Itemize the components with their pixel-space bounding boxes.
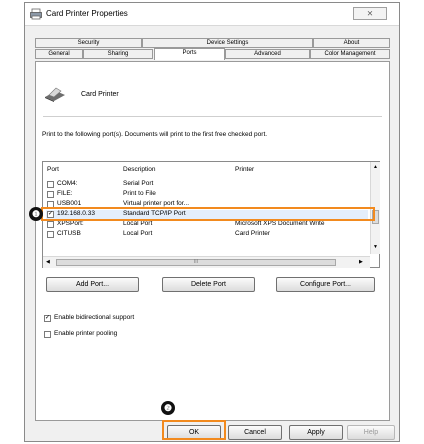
cancel-button[interactable]: Cancel: [228, 425, 282, 440]
title-bar: Card Printer Properties ⨯: [25, 3, 399, 26]
table-row[interactable]: CITUSB Local Port Card Printer: [46, 230, 368, 240]
close-button[interactable]: ⨯: [353, 7, 387, 20]
table-row[interactable]: COM4: Serial Port: [46, 180, 368, 190]
tab-advanced[interactable]: Advanced: [225, 49, 310, 59]
port-checkbox[interactable]: [47, 181, 54, 188]
column-header-port[interactable]: Port: [47, 166, 59, 173]
port-name: XPSPort:: [57, 220, 84, 227]
divider: [43, 116, 382, 117]
tab-security[interactable]: Security: [35, 38, 142, 48]
tab-color-management[interactable]: Color Management: [310, 49, 390, 59]
printer-name: Card Printer: [81, 91, 119, 98]
port-printer: Microsoft XPS Document Write: [235, 220, 325, 227]
port-name: COM4:: [57, 180, 78, 187]
column-header-description[interactable]: Description: [123, 166, 156, 173]
horizontal-scroll-thumb[interactable]: III: [56, 259, 336, 266]
horizontal-scrollbar[interactable]: ◀ III ▶: [43, 256, 370, 268]
tab-general[interactable]: General: [35, 49, 83, 59]
instructions-text: Print to the following port(s). Document…: [42, 131, 268, 138]
port-name: USB001: [57, 200, 82, 207]
row-highlight-box: [41, 207, 375, 221]
bidirectional-checkbox[interactable]: ✓: [44, 315, 51, 322]
port-printer: Card Printer: [235, 230, 271, 237]
scroll-down-icon[interactable]: ▼: [373, 244, 378, 250]
help-button[interactable]: Help: [347, 425, 395, 440]
bidirectional-label: Enable bidirectional support: [54, 314, 135, 321]
ports-panel: Card Printer Print to the following port…: [35, 61, 390, 421]
port-description: Virtual printer port for...: [123, 200, 189, 207]
tab-sharing[interactable]: Sharing: [83, 49, 153, 59]
table-row[interactable]: XPSPort: Local Port Microsoft XPS Docume…: [46, 220, 368, 230]
port-description: Serial Port: [123, 180, 154, 187]
port-checkbox[interactable]: [47, 191, 54, 198]
port-checkbox[interactable]: [47, 221, 54, 228]
scroll-up-icon[interactable]: ▲: [373, 164, 378, 170]
port-description: Local Port: [123, 230, 153, 237]
table-row[interactable]: FILE: Print to File: [46, 190, 368, 200]
tab-device-settings[interactable]: Device Settings: [142, 38, 313, 48]
window-title: Card Printer Properties: [46, 9, 128, 18]
port-name: CITUSB: [57, 230, 81, 237]
scroll-left-icon[interactable]: ◀: [46, 259, 50, 265]
tab-about[interactable]: About: [313, 38, 390, 48]
column-header-printer[interactable]: Printer: [235, 166, 254, 173]
scroll-right-icon[interactable]: ▶: [359, 259, 363, 265]
ok-highlight-box: [162, 420, 226, 440]
port-description: Print to File: [123, 190, 156, 197]
scroll-grip: III: [193, 259, 199, 265]
delete-port-button[interactable]: Delete Port: [162, 277, 255, 292]
step-marker-1: ❶: [29, 207, 43, 221]
apply-button[interactable]: Apply: [289, 425, 343, 440]
printer-icon: [30, 8, 42, 20]
properties-window: Card Printer Properties ⨯ Security Devic…: [24, 2, 400, 442]
step-marker-2: ❷: [161, 401, 175, 415]
port-name: FILE:: [57, 190, 73, 197]
tab-ports[interactable]: Ports: [154, 48, 225, 60]
pooling-label: Enable printer pooling: [54, 330, 118, 337]
port-checkbox[interactable]: [47, 231, 54, 238]
pooling-checkbox[interactable]: [44, 331, 51, 338]
close-icon: ⨯: [366, 9, 374, 18]
port-description: Local Port: [123, 220, 153, 227]
configure-port-button[interactable]: Configure Port...: [276, 277, 375, 292]
card-printer-icon: [45, 87, 65, 102]
add-port-button[interactable]: Add Port...: [46, 277, 139, 292]
